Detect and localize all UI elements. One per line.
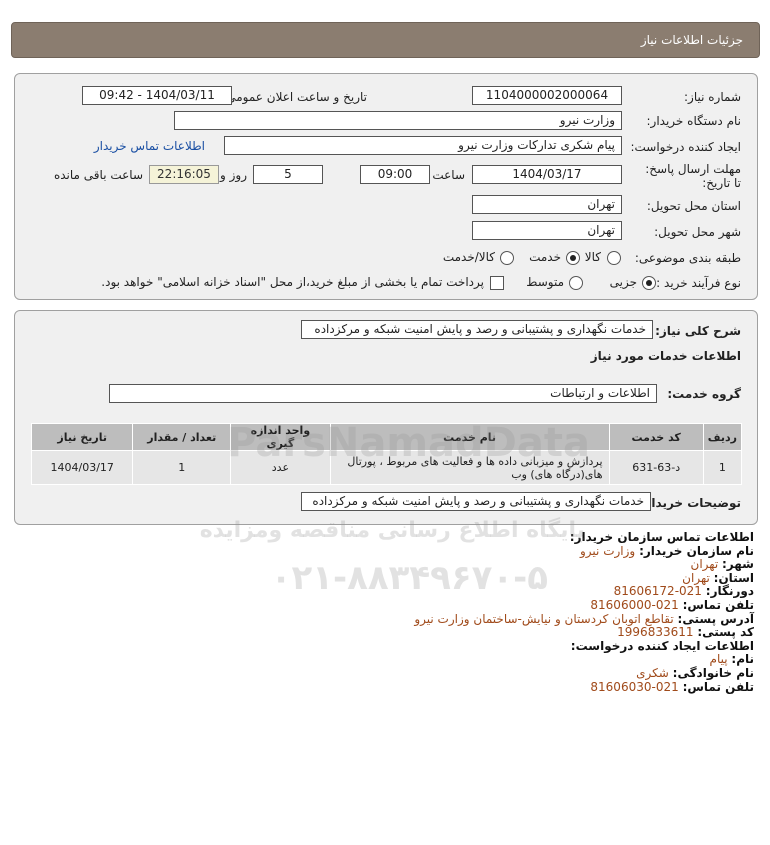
service-group-field: اطلاعات و ارتباطات [109,384,657,403]
province-field: تهران [472,195,622,214]
need-summary-panel: شرح کلی نیاز: خدمات نگهداری و پشتیبانی و… [14,310,758,525]
phone-value: 021-81606000 [590,597,679,612]
contact-info: اطلاعات تماس سازمان خریدار: نام سازمان خ… [334,530,754,694]
col-code-header: کد خدمت [608,423,704,451]
col-date-header: تاریخ نیاز [30,423,134,451]
category-goods-label: کالا [584,250,601,264]
treasury-payment-checkbox[interactable] [490,276,504,290]
remaining-time-field: 22:16:05 [149,165,219,184]
category-service-radio[interactable] [566,251,580,265]
description-label: توضیحات خریدار: [639,496,741,510]
col-unit-header: واحد اندازه گیری [230,423,331,451]
contact-heading: اطلاعات تماس سازمان خریدار: [569,530,754,544]
category-goods-radio[interactable] [607,251,621,265]
treasury-payment-note: پرداخت تمام یا بخشی از مبلغ خرید،از محل … [101,275,484,289]
phone-label: تلفن تماس: [682,597,754,612]
deadline-date-field: 1404/03/17 [472,165,622,184]
buyer-label: نام دستگاه خریدار: [646,114,742,128]
cell-qty: 1 [132,450,232,485]
cell-code: د-63-631 [608,450,704,485]
cell-unit: عدد [230,450,331,485]
page-header: جزئیات اطلاعات نیاز [11,22,760,58]
days-label: روز و [220,168,247,182]
postal-value: 1996833611 [617,625,694,640]
announce-field: 1404/03/11 - 09:42 [82,86,232,105]
service-group-label: گروه خدمت: [667,387,741,401]
contact-province-value: تهران [682,570,710,585]
postal-label: کد پستی: [697,625,754,640]
cell-row: 1 [702,450,743,485]
address-value: تقاطع اتوبان کردستان و نیایش-ساختمان وزا… [414,611,674,626]
description-field: خدمات نگهداری و پشتیبانی و رصد و پایش ام… [301,492,651,511]
need-number-field: 1104000002000064 [472,86,622,105]
org-label: نام سازمان خریدار: [639,543,754,558]
city-label: شهر محل تحویل: [654,225,741,239]
contact-city-value: تهران [690,557,719,572]
table-row: 1 د-63-631 پردازش و میزبانی داده ها و فع… [30,450,743,485]
category-service-label: خدمت [529,250,561,264]
name-value: پیام [709,652,728,667]
buyer-contact-link[interactable]: اطلاعات تماس خریدار [94,139,205,153]
name-label: نام: [731,652,754,667]
address-label: آدرس پستی: [677,611,754,626]
table-header-row: ردیف کد خدمت نام خدمت واحد اندازه گیری ت… [30,423,743,451]
page-title: جزئیات اطلاعات نیاز [640,33,743,47]
contact-province-label: استان: [713,570,754,585]
process-minor-radio[interactable] [642,276,656,290]
process-label: نوع فرآیند خرید : [656,276,741,290]
creator-label: ایجاد کننده درخواست: [630,140,741,154]
services-heading: اطلاعات خدمات مورد نیاز [590,349,741,363]
city-field: تهران [472,221,622,240]
province-label: استان محل تحویل: [646,199,741,213]
summary-field: خدمات نگهداری و پشتیبانی و رصد و پایش ام… [301,320,653,339]
announce-label: تاریخ و ساعت اعلان عمومی: [222,90,367,104]
contact-city-label: شهر: [722,557,754,572]
creator-field: پیام شکری تدارکات وزارت نیرو [224,136,622,155]
services-table: ردیف کد خدمت نام خدمت واحد اندازه گیری ت… [30,423,743,485]
process-medium-radio[interactable] [569,276,583,290]
days-field: 5 [253,165,323,184]
family-value: شکری [636,665,669,680]
category-goods-service-radio[interactable] [500,251,514,265]
org-value: وزارت نیرو [580,543,636,558]
creator-heading: اطلاعات ایجاد کننده درخواست: [570,638,754,653]
deadline-label: مهلت ارسال پاسخ: تا تاریخ: [645,162,741,190]
remaining-label: ساعت باقی مانده [53,168,143,182]
need-details-panel: شماره نیاز: 1104000002000064 تاریخ و ساع… [14,73,758,300]
fax-label: دورنگار: [705,584,754,599]
process-medium-label: متوسط [526,275,564,289]
hour-label: ساعت [432,168,465,182]
creator-phone-value: 021-81606030 [590,679,679,694]
deadline-hour-field: 09:00 [360,165,430,184]
family-label: نام خانوادگی: [672,665,754,680]
fax-value: 021-81606172 [613,584,702,599]
category-goods-service-label: کالا/خدمت [442,250,495,264]
cell-name: پردازش و میزبانی داده ها و فعالیت های مر… [329,450,610,485]
need-number-label: شماره نیاز: [684,90,741,104]
process-minor-label: جزیی [609,275,637,289]
summary-label: شرح کلی نیاز: [655,324,741,338]
category-label: طبقه بندی موضوعی: [634,251,741,265]
col-row-header: ردیف [702,423,743,451]
creator-phone-label: تلفن تماس: [682,679,754,694]
col-name-header: نام خدمت [329,423,610,451]
cell-date: 1404/03/17 [30,450,134,485]
col-qty-header: تعداد / مقدار [132,423,232,451]
buyer-field: وزارت نیرو [174,111,622,130]
